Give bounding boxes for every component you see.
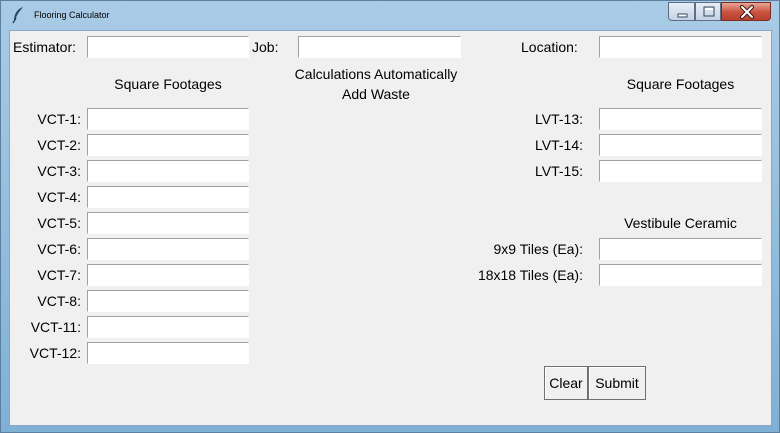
tiles-18x18-label: 18x18 Tiles (Ea): — [477, 267, 583, 283]
lvt-14-input[interactable] — [599, 134, 762, 156]
estimator-label: Estimator: — [13, 39, 77, 55]
vct-7-label: VCT-7: — [37, 267, 81, 283]
vct-5-input[interactable] — [87, 212, 249, 234]
clear-button[interactable]: Clear — [544, 366, 588, 400]
vct-8-label: VCT-8: — [37, 293, 81, 309]
vct-12-input[interactable] — [87, 342, 249, 364]
vct-3-label: VCT-3: — [37, 163, 81, 179]
location-input[interactable] — [599, 36, 762, 58]
lvt-15-label: LVT-15: — [535, 163, 583, 179]
left-section-heading: Square Footages — [114, 76, 222, 92]
title-bar[interactable]: Flooring Calculator — [1, 1, 779, 29]
lvt-14-label: LVT-14: — [535, 137, 583, 153]
window-title: Flooring Calculator — [34, 10, 110, 20]
vct-7-input[interactable] — [87, 264, 249, 286]
tiles-9x9-label: 9x9 Tiles (Ea): — [493, 241, 583, 257]
vct-5-label: VCT-5: — [37, 215, 81, 231]
center-note-line1: Calculations Automatically — [294, 66, 458, 82]
vct-11-label: VCT-11: — [30, 319, 81, 335]
vct-1-label: VCT-1: — [37, 111, 81, 127]
center-note-line2: Add Waste — [342, 86, 410, 102]
vct-4-input[interactable] — [87, 186, 249, 208]
job-label: Job: — [252, 39, 279, 55]
vct-1-input[interactable] — [87, 108, 249, 130]
vct-11-input[interactable] — [87, 316, 249, 338]
maximize-icon — [703, 6, 715, 17]
minimize-icon — [677, 13, 688, 18]
close-icon — [740, 5, 754, 19]
minimize-button[interactable] — [668, 2, 695, 21]
vct-2-input[interactable] — [87, 134, 249, 156]
job-input[interactable] — [298, 36, 461, 58]
maximize-button[interactable] — [695, 2, 721, 21]
vct-8-input[interactable] — [87, 290, 249, 312]
submit-button[interactable]: Submit — [588, 366, 646, 400]
close-button[interactable] — [721, 2, 771, 21]
lvt-13-label: LVT-13: — [535, 111, 583, 127]
tiles-9x9-input[interactable] — [599, 238, 762, 260]
lvt-13-input[interactable] — [599, 108, 762, 130]
estimator-input[interactable] — [87, 36, 249, 58]
location-label: Location: — [521, 39, 578, 55]
vct-6-input[interactable] — [87, 238, 249, 260]
form-area: Estimator: Job: Location: Square Footage… — [9, 30, 772, 426]
tiles-18x18-input[interactable] — [599, 264, 762, 286]
feather-icon — [12, 7, 23, 24]
right-section-heading: Square Footages — [626, 76, 735, 92]
vct-12-label: VCT-12: — [29, 345, 81, 361]
vct-4-label: VCT-4: — [37, 189, 81, 205]
vct-6-label: VCT-6: — [37, 241, 81, 257]
lvt-15-input[interactable] — [599, 160, 762, 182]
vct-3-input[interactable] — [87, 160, 249, 182]
vestibule-heading: Vestibule Ceramic — [624, 215, 737, 231]
app-window: Flooring Calculator Estimator: Job: Loca… — [0, 0, 780, 433]
vct-2-label: VCT-2: — [37, 137, 81, 153]
